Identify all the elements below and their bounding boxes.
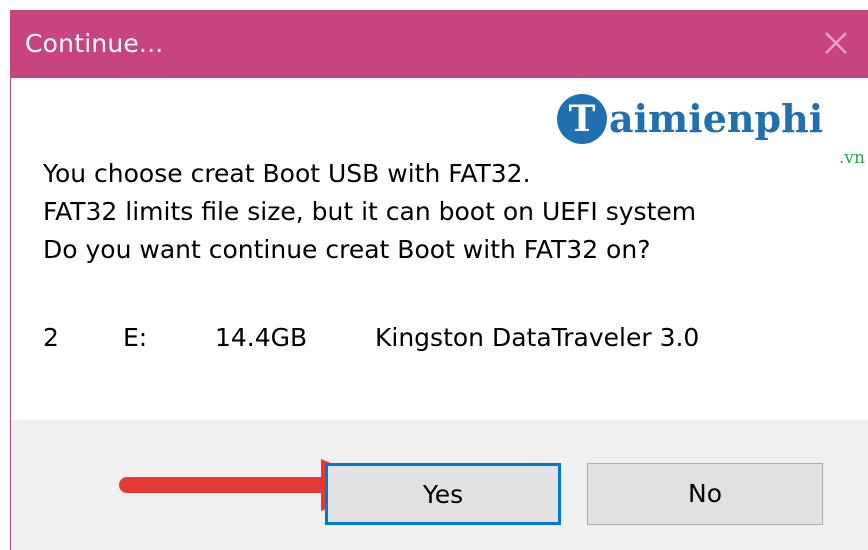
close-icon [825,32,847,54]
dialog-title: Continue... [25,29,164,58]
no-button[interactable]: No [587,463,823,525]
device-size: 14.4GB [215,323,308,352]
logo-suffix: .vn [839,148,865,168]
title-bar[interactable]: Continue... [11,10,868,78]
message-line: Do you want continue creat Boot with FAT… [43,235,651,264]
device-drive: E: [123,323,148,352]
button-bar: Yes No [11,420,868,550]
device-name: Kingston DataTraveler 3.0 [375,323,700,352]
logo-letter: T [568,98,596,140]
dialog-content: T aimienphi .vn You choose creat Boot US… [11,78,868,420]
message-text: You choose creat Boot USB with FAT32. FA… [43,155,696,269]
close-button[interactable] [807,10,868,78]
device-index: 2 [43,323,59,352]
yes-button[interactable]: Yes [325,463,561,525]
logo-emblem: T [557,94,607,144]
message-line: FAT32 limits file size, but it can boot … [43,197,697,226]
message-line: You choose creat Boot USB with FAT32. [43,159,531,188]
logo-text: aimienphi [609,96,824,141]
dialog-window: Continue... T aimienphi .vn You choose c… [10,10,868,550]
